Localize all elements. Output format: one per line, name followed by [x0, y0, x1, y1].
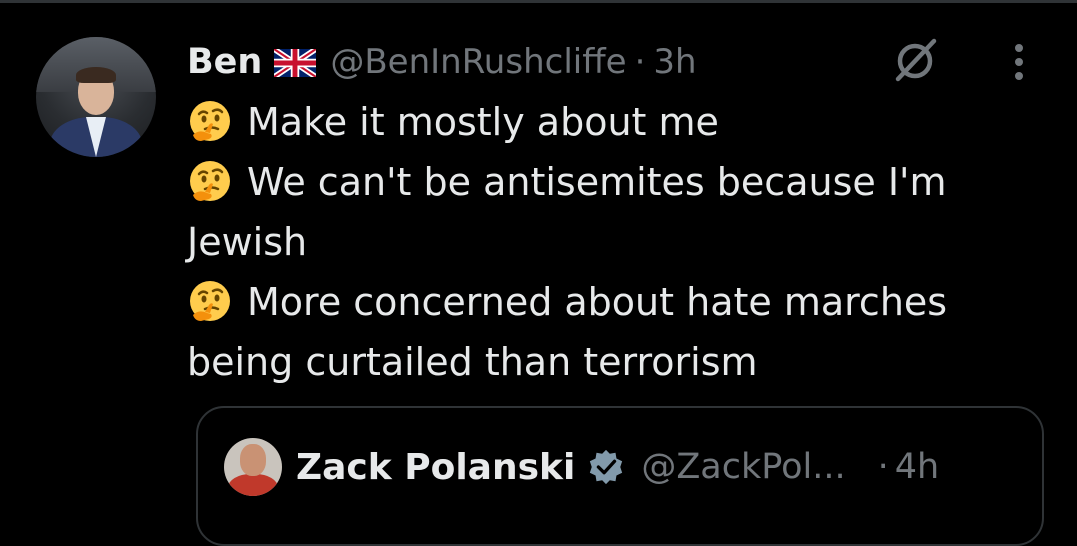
tweet-text: Make it mostly about me We can't be anti…: [187, 92, 1047, 392]
thinking-face-emoji: [190, 281, 230, 321]
uk-flag-icon: [274, 49, 317, 77]
tweet-header: Ben @BenInRushcliffe · 3h: [187, 40, 697, 84]
verified-badge-icon: [590, 449, 623, 485]
author-handle[interactable]: @BenInRushcliffe: [330, 42, 626, 82]
quoted-author-name[interactable]: Zack Polanski: [296, 447, 575, 488]
tweet-line: Make it mostly about me: [187, 92, 1047, 152]
separator-dot: ·: [877, 447, 889, 487]
tweet-line: We can't be antisemites because I'm: [187, 152, 1047, 212]
tweet-timestamp[interactable]: 3h: [653, 42, 696, 82]
author-name[interactable]: Ben: [187, 42, 262, 82]
tweet-line-text: More concerned about hate marches: [247, 280, 948, 324]
quoted-author-handle[interactable]: @ZackPol...: [641, 447, 845, 487]
separator-dot: ·: [634, 42, 646, 82]
quoted-tweet-header: Zack Polanski @ZackPol... · 4h: [296, 442, 939, 492]
tweet-line-text: We can't be antisemites because I'm: [247, 160, 947, 204]
grok-icon[interactable]: [890, 37, 940, 83]
more-options-icon[interactable]: [1004, 40, 1034, 84]
quoted-tweet-timestamp[interactable]: 4h: [895, 447, 939, 487]
tweet-line: More concerned about hate marches: [187, 272, 1047, 332]
tweet-line-text: Jewish: [187, 220, 308, 264]
top-divider: [0, 0, 1077, 3]
tweet-line-text: Make it mostly about me: [247, 100, 719, 144]
author-avatar[interactable]: [36, 37, 156, 157]
quoted-author-avatar[interactable]: [224, 438, 282, 496]
thinking-face-emoji: [190, 101, 230, 141]
thinking-face-emoji: [190, 161, 230, 201]
tweet-line-text: being curtailed than terrorism: [187, 340, 758, 384]
